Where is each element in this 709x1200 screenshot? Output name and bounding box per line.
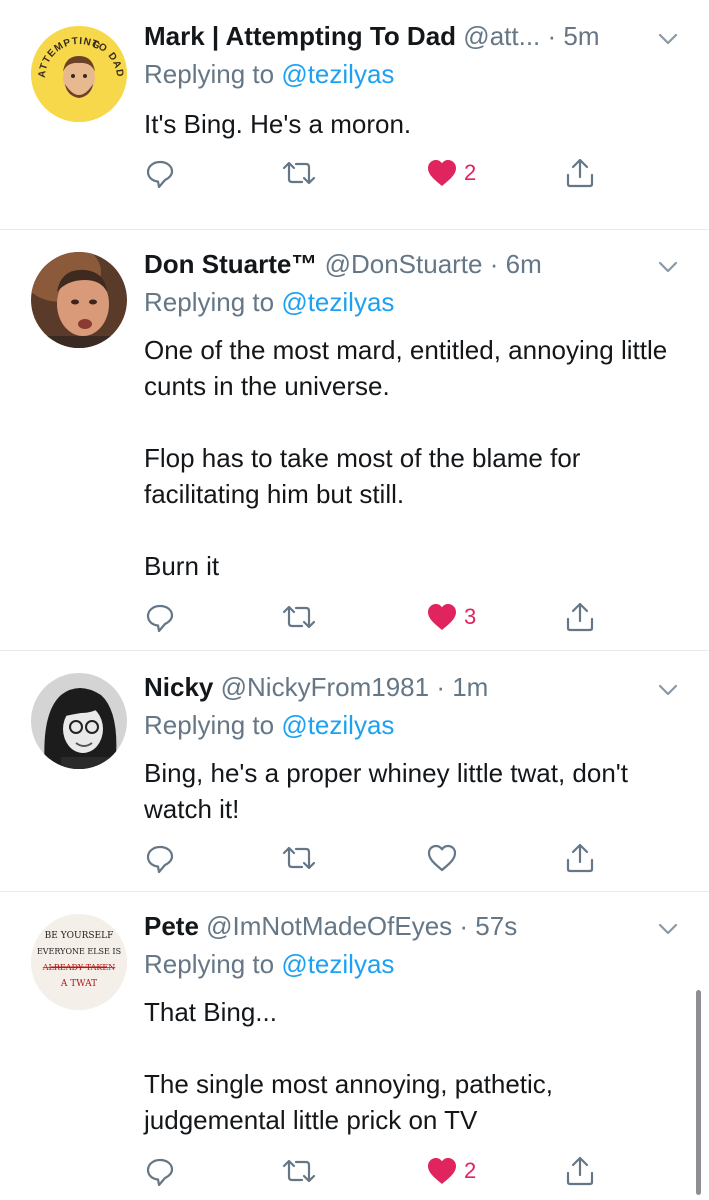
heart-icon bbox=[428, 160, 456, 186]
user-handle[interactable]: @ImNotMadeOfEyes bbox=[206, 911, 452, 941]
avatar-line-1: BE YOURSELF bbox=[45, 931, 114, 941]
tweet-text: One of the most mard, entitled, annoying… bbox=[144, 332, 684, 584]
user-handle[interactable]: @att... bbox=[463, 21, 540, 51]
chevron-down-icon[interactable] bbox=[655, 677, 681, 703]
retweet-button[interactable] bbox=[281, 841, 317, 875]
reply-icon bbox=[146, 604, 174, 633]
retweet-button[interactable] bbox=[281, 1154, 317, 1188]
action-bar: 2 bbox=[144, 1154, 614, 1188]
reply-button[interactable] bbox=[144, 156, 176, 190]
tweet-3[interactable]: Nicky @NickyFrom1981 · 1m Replying to @t… bbox=[0, 651, 709, 892]
like-button[interactable]: 3 bbox=[426, 600, 476, 634]
like-count: 2 bbox=[464, 1158, 477, 1183]
replying-to: Replying to @tezilyas bbox=[144, 948, 394, 980]
tweet-header: Mark | Attempting To Dad @att... · 5m bbox=[144, 20, 600, 52]
tweet-paragraph: One of the most mard, entitled, annoying… bbox=[144, 335, 668, 401]
scrollbar[interactable] bbox=[696, 990, 701, 1195]
tweet-paragraph: Burn it bbox=[144, 551, 220, 581]
mention-link[interactable]: @tezilyas bbox=[281, 710, 394, 740]
reply-button[interactable] bbox=[144, 600, 176, 634]
avatar-line-4: A TWAT bbox=[60, 979, 97, 989]
avatar[interactable] bbox=[31, 252, 127, 348]
display-name[interactable]: Don Stuarte™ bbox=[144, 249, 317, 279]
share-icon bbox=[566, 1156, 594, 1186]
share-icon bbox=[566, 602, 594, 632]
tweet-header: Don Stuarte™ @DonStuarte · 6m bbox=[144, 248, 542, 280]
user-handle[interactable]: @NickyFrom1981 bbox=[221, 672, 429, 702]
like-button[interactable]: 2 bbox=[426, 1154, 476, 1188]
retweet-button[interactable] bbox=[281, 600, 317, 634]
timestamp[interactable]: · 5m bbox=[548, 21, 600, 51]
tweet-paragraph: It's Bing. He's a moron. bbox=[144, 109, 412, 139]
replying-prefix: Replying to bbox=[144, 949, 275, 979]
user-handle[interactable]: @DonStuarte bbox=[325, 249, 483, 279]
heart-outline-icon bbox=[427, 844, 457, 872]
heart-icon bbox=[428, 1158, 456, 1184]
display-name[interactable]: Mark | Attempting To Dad bbox=[144, 21, 456, 51]
chevron-down-icon[interactable] bbox=[655, 916, 681, 942]
replying-prefix: Replying to bbox=[144, 59, 275, 89]
retweet-icon bbox=[282, 846, 316, 870]
share-icon bbox=[566, 843, 594, 873]
chevron-down-icon[interactable] bbox=[655, 26, 681, 52]
avatar[interactable]: ATTEMPTING TO DAD bbox=[31, 26, 127, 122]
reply-button[interactable] bbox=[144, 1154, 176, 1188]
retweet-icon bbox=[282, 161, 316, 185]
mention-link[interactable]: @tezilyas bbox=[281, 59, 394, 89]
replying-prefix: Replying to bbox=[144, 287, 275, 317]
like-count: 3 bbox=[464, 604, 477, 629]
retweet-icon bbox=[282, 605, 316, 629]
chevron-down-icon[interactable] bbox=[655, 254, 681, 280]
tweet-1[interactable]: ATTEMPTING TO DAD Mark | Attempting To D… bbox=[0, 0, 709, 230]
tweet-paragraph: Flop has to take most of the blame for f… bbox=[144, 443, 581, 509]
tweet-text: It's Bing. He's a moron. bbox=[144, 106, 684, 142]
action-bar: 3 bbox=[144, 600, 614, 634]
avatar[interactable] bbox=[31, 673, 127, 769]
reply-icon bbox=[146, 845, 174, 874]
action-bar bbox=[144, 841, 614, 875]
replying-to: Replying to @tezilyas bbox=[144, 709, 394, 741]
replying-prefix: Replying to bbox=[144, 710, 275, 740]
tweet-paragraph: Bing, he's a proper whiney little twat, … bbox=[144, 758, 628, 824]
share-button[interactable] bbox=[564, 600, 596, 634]
replying-to: Replying to @tezilyas bbox=[144, 58, 394, 90]
share-button[interactable] bbox=[564, 841, 596, 875]
tweet-paragraph: That Bing... bbox=[144, 997, 277, 1027]
tweet-2[interactable]: Don Stuarte™ @DonStuarte · 6m Replying t… bbox=[0, 230, 709, 651]
retweet-icon bbox=[282, 1159, 316, 1183]
display-name[interactable]: Pete bbox=[144, 911, 199, 941]
share-button[interactable] bbox=[564, 1154, 596, 1188]
action-bar: 2 bbox=[144, 156, 614, 190]
display-name[interactable]: Nicky bbox=[144, 672, 213, 702]
timestamp[interactable]: · 57s bbox=[459, 911, 517, 941]
avatar[interactable]: BE YOURSELF EVERYONE ELSE IS ALREADY TAK… bbox=[31, 914, 127, 1010]
timestamp[interactable]: · 6m bbox=[490, 249, 542, 279]
share-icon bbox=[566, 158, 594, 188]
tweet-header: Nicky @NickyFrom1981 · 1m bbox=[144, 671, 488, 703]
tweet-paragraph: The single most annoying, pathetic, judg… bbox=[144, 1069, 554, 1135]
like-button[interactable] bbox=[426, 841, 464, 875]
share-button[interactable] bbox=[564, 156, 596, 190]
tweet-header: Pete @ImNotMadeOfEyes · 57s bbox=[144, 910, 517, 942]
reply-icon bbox=[146, 1158, 174, 1187]
mention-link[interactable]: @tezilyas bbox=[281, 949, 394, 979]
reply-button[interactable] bbox=[144, 841, 176, 875]
reply-icon bbox=[146, 160, 174, 189]
like-button[interactable]: 2 bbox=[426, 156, 476, 190]
timestamp[interactable]: · 1m bbox=[436, 672, 488, 702]
tweet-text: That Bing... The single most annoying, p… bbox=[144, 994, 644, 1138]
tweet-4[interactable]: BE YOURSELF EVERYONE ELSE IS ALREADY TAK… bbox=[0, 892, 709, 1200]
retweet-button[interactable] bbox=[281, 156, 317, 190]
replying-to: Replying to @tezilyas bbox=[144, 286, 394, 318]
avatar-line-2: EVERYONE ELSE IS bbox=[37, 947, 121, 956]
like-count: 2 bbox=[464, 160, 477, 185]
mention-link[interactable]: @tezilyas bbox=[281, 287, 394, 317]
heart-icon bbox=[428, 604, 456, 630]
tweet-text: Bing, he's a proper whiney little twat, … bbox=[144, 755, 644, 827]
